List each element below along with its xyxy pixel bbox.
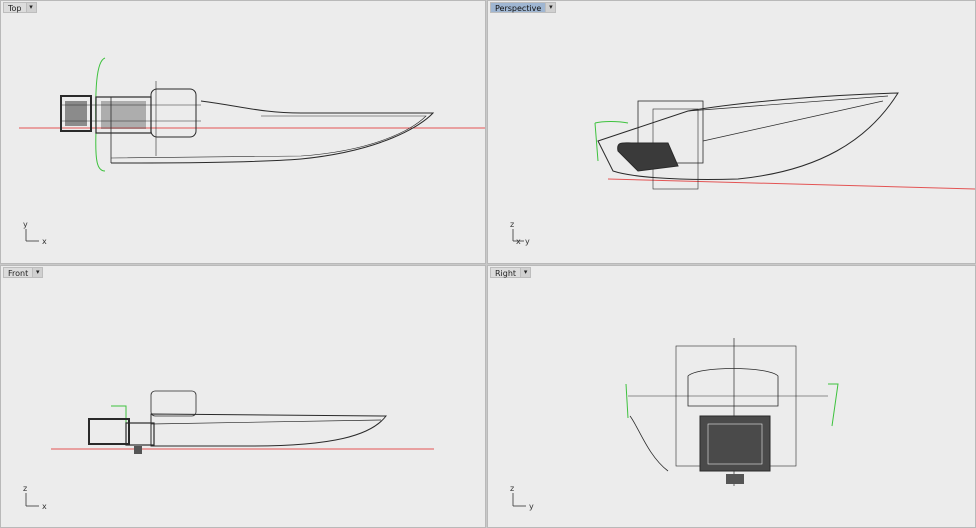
green-construction-curve-right — [828, 383, 839, 427]
green-construction-curve-left — [625, 383, 629, 419]
viewport-perspective[interactable]: Perspective ▾ z x y — [487, 0, 976, 264]
axis-label-h: x — [42, 502, 47, 511]
top-view-drawing: y x — [19, 57, 485, 246]
x-axis-line — [607, 178, 975, 190]
right-view-drawing: z y — [510, 338, 839, 511]
hull-outline-top — [110, 100, 435, 164]
axis-label-h: y — [529, 502, 534, 511]
viewport-top[interactable]: Top ▾ y x — [0, 0, 486, 264]
axis-label-v: y — [23, 220, 28, 229]
hull-outline-front — [150, 413, 387, 447]
axis-label-v: z — [23, 484, 27, 493]
axis-label-extra: x — [516, 237, 521, 246]
front-view-drawing: z x — [23, 390, 434, 511]
viewport-front[interactable]: Front ▾ z x — [0, 265, 486, 528]
engine-block-front — [88, 418, 130, 445]
axis-label-v: z — [510, 220, 514, 229]
viewport-grid: Top ▾ y x Perspective ▾ z x y Front ▾ z … — [0, 0, 976, 528]
axis-label-h: y — [525, 237, 530, 246]
axis-label-v: z — [510, 484, 514, 493]
axis-label-h: x — [42, 237, 47, 246]
viewport-right[interactable]: Right ▾ z y — [487, 265, 976, 528]
perspective-view-drawing: z x y — [510, 92, 975, 246]
engine-block-persp — [617, 142, 679, 172]
